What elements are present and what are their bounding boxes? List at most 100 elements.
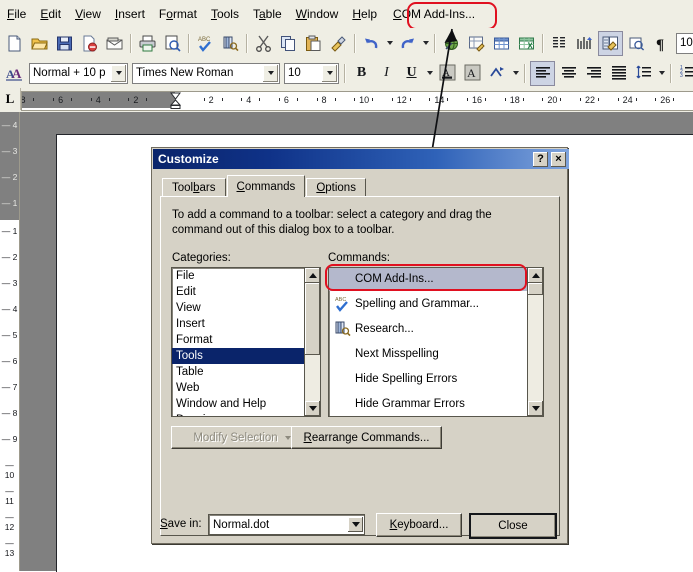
zoom-combo[interactable]: 10 [676,33,693,54]
style-combo[interactable]: Normal + 10 p [29,63,128,84]
redo-dropdown-arrow[interactable] [420,32,431,55]
menu-item-file[interactable]: FFileile [0,4,33,24]
font-size-combo[interactable]: 10 [284,63,339,84]
help-button[interactable]: ? [533,152,548,167]
menu-item-help[interactable]: Help [345,4,384,24]
underline-dropdown-arrow[interactable] [424,62,435,85]
undo-dropdown-arrow[interactable] [384,32,395,55]
paste-icon[interactable] [302,32,325,55]
styles-and-formatting-icon[interactable]: AA [3,62,26,85]
scrollbar-thumb[interactable] [528,283,543,295]
commands-listbox[interactable]: COM Add-Ins... ABC Spelling and Grammar.… [328,267,544,417]
categories-scrollbar[interactable] [304,268,320,416]
list-item-selected[interactable]: Tools [172,348,304,364]
columns-icon[interactable] [548,32,571,55]
font-dropdown-arrow[interactable] [262,65,278,82]
menu-item-tools[interactable]: Tools [204,4,246,24]
list-item[interactable]: ABC Spelling and Grammar... [329,291,527,316]
list-item[interactable]: Format [172,332,304,348]
save-in-combo[interactable]: Normal.dot [208,514,365,535]
italic-button[interactable]: I [375,62,398,85]
style-dropdown-arrow[interactable] [110,65,126,82]
save-in-dropdown-arrow[interactable] [348,517,363,532]
dialog-title-bar[interactable]: Customize ? × [153,149,569,169]
font-size-dropdown-arrow[interactable] [321,65,337,82]
show-formatting-marks-icon[interactable] [625,32,648,55]
align-right-icon[interactable] [582,62,605,85]
drawing-icon[interactable] [573,32,596,55]
menu-item-table[interactable]: Table [246,4,289,24]
permission-icon[interactable] [78,32,101,55]
document-map-icon[interactable] [598,31,623,56]
font-combo[interactable]: Times New Roman [132,63,280,84]
scrollbar-thumb[interactable] [305,283,320,355]
menu-item-insert[interactable]: Insert [108,4,152,24]
categories-listbox[interactable]: File Edit View Insert Format Tools Table… [171,267,321,417]
insert-excel-worksheet-icon[interactable]: X [515,32,538,55]
commands-scrollbar[interactable] [527,268,543,416]
highlight-icon[interactable] [486,62,509,85]
close-button[interactable]: Close [469,513,557,539]
tab-options[interactable]: Options [306,178,366,197]
spelling-grammar-icon[interactable]: ABC [194,32,217,55]
list-item[interactable]: Window and Help [172,396,304,412]
cut-scissors-icon[interactable] [252,32,275,55]
new-document-icon[interactable] [3,32,26,55]
list-item[interactable]: Hide Spelling Errors [329,366,527,391]
print-preview-icon[interactable] [161,32,184,55]
line-spacing-icon[interactable] [632,62,655,85]
list-item[interactable]: Edit [172,284,304,300]
open-folder-icon[interactable] [28,32,51,55]
print-icon[interactable] [136,32,159,55]
list-item-selected[interactable]: COM Add-Ins... [329,267,527,291]
grow-font-icon[interactable]: A [461,62,484,85]
redo-icon[interactable] [396,32,419,55]
research-icon[interactable] [219,32,242,55]
tab-commands[interactable]: Commands [227,175,306,197]
close-icon[interactable]: × [551,152,566,167]
tables-and-borders-icon[interactable] [465,32,488,55]
keyboard-button[interactable]: Keyboard... Keyboard... [376,513,462,537]
indent-marker[interactable] [170,92,181,108]
list-item[interactable]: Research... [329,316,527,341]
copy-icon[interactable] [277,32,300,55]
list-item[interactable]: File [172,268,304,284]
scroll-up-icon[interactable] [305,268,320,283]
justify-icon[interactable] [607,62,630,85]
undo-icon[interactable] [360,32,383,55]
list-item[interactable]: Hide Grammar Errors [329,391,527,416]
list-item[interactable]: Drawing [172,412,304,417]
rearrange-commands-button[interactable]: Rearrange Commands... Rearrange Commands… [291,426,442,449]
save-icon[interactable] [53,32,76,55]
format-painter-icon[interactable] [327,32,350,55]
menu-item-view[interactable]: View [68,4,108,24]
mail-recipient-icon[interactable] [103,32,126,55]
pilcrow-icon[interactable]: ¶ [650,32,673,55]
vertical-ruler[interactable]: — 4— 3— 2— 1— 1— 2— 3— 4— 5— 6— 7— 8— 9—… [0,112,20,571]
numbering-icon[interactable]: 123 [676,62,693,85]
insert-table-icon[interactable] [490,32,513,55]
menu-item-com-add-ins[interactable]: COM Add-Ins... [386,4,482,24]
insert-hyperlink-icon[interactable] [440,32,463,55]
scrollbar-track[interactable] [528,283,543,401]
list-item[interactable]: Next Misspelling [329,341,527,366]
menu-item-window[interactable]: Window [289,4,346,24]
menu-item-edit[interactable]: Edit [33,4,68,24]
menu-item-format[interactable]: Format [152,4,204,24]
scroll-down-icon[interactable] [528,401,543,416]
underline-button[interactable]: U [400,62,423,85]
highlight-dropdown-arrow[interactable] [510,62,521,85]
line-spacing-dropdown-arrow[interactable] [656,62,667,85]
list-item[interactable]: View [172,300,304,316]
scroll-up-icon[interactable] [528,268,543,283]
scroll-down-icon[interactable] [305,401,320,416]
list-item[interactable]: Insert [172,316,304,332]
bold-button[interactable]: B [350,62,373,85]
list-item[interactable]: Web [172,380,304,396]
align-center-icon[interactable] [557,62,580,85]
horizontal-ruler[interactable]: 8642246810121416182022242628 [21,91,693,111]
font-color-icon[interactable]: A [436,62,459,85]
tab-stop-selector[interactable]: L [0,88,21,110]
tab-toolbars[interactable]: Toolbars [162,178,226,197]
list-item[interactable]: Table [172,364,304,380]
